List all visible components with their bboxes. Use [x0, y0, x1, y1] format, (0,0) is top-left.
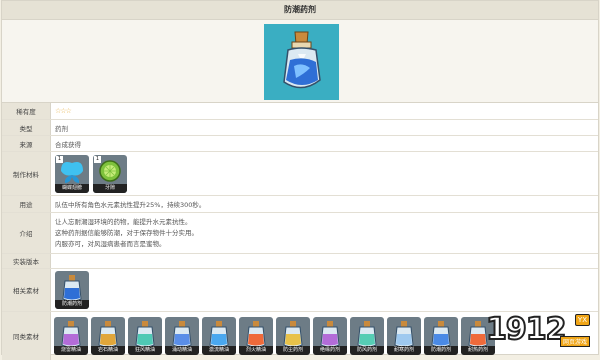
same-type-item[interactable]: 防尘药剂 [276, 317, 310, 355]
material-lime[interactable]: 1 牙隙 [93, 154, 127, 193]
same-type-item[interactable]: 耐寒药剂 [387, 317, 421, 355]
rarity-stars: ☆☆☆ [55, 107, 72, 115]
row-source: 来源 合成获得 [2, 136, 598, 152]
same-type-item[interactable]: 绝缘药剂 [313, 317, 347, 355]
site-logo: 1912 YX 网页游戏 [485, 311, 590, 348]
same-type-item-name: 烈火精油 [239, 346, 273, 355]
material-name: 蝴蝶翅膀 [55, 183, 89, 193]
source-label: 来源 [2, 136, 51, 151]
same-type-item[interactable]: 烧雷精油 [54, 317, 88, 355]
same-type-item-name: 烧雷精油 [54, 346, 88, 355]
same-type-item[interactable]: 烈火精油 [239, 317, 273, 355]
rarity-label: 稀有度 [2, 103, 51, 119]
source-value: 合成获得 [55, 140, 81, 149]
type-value: 药剂 [55, 124, 68, 133]
related-label: 相关素材 [2, 269, 51, 311]
intro-label: 介绍 [2, 213, 51, 253]
row-usage: 用途 队伍中所有角色水元素抗性提升25%，持续300秒。 [2, 196, 598, 213]
same-type-item-name: 防尘药剂 [276, 346, 310, 355]
same-type-item-name: 激流精油 [202, 346, 236, 355]
row-rarity: 稀有度 ☆☆☆ [2, 103, 598, 120]
same-type-item-name: 岩石精油 [91, 346, 125, 355]
same-type-item-name: 涌动精油 [165, 346, 199, 355]
related-item-name: 防潮药剂 [55, 300, 89, 309]
potion-image [264, 24, 339, 100]
same-type-item-name: 狂风精油 [128, 346, 162, 355]
same-type-label: 同类素材 [2, 312, 51, 360]
watermark-badge: YX [574, 314, 590, 326]
row-materials: 制作材料 1 蝴蝶翅膀 1 牙隙 [2, 152, 598, 196]
usage-label: 用途 [2, 196, 51, 212]
same-type-item[interactable]: 岩石精油 [91, 317, 125, 355]
version-label: 实装版本 [2, 254, 51, 268]
usage-value: 队伍中所有角色水元素抗性提升25%，持续300秒。 [55, 201, 206, 209]
intro-line: 内服亦可，对风湿病患者而言是蜜物。 [55, 239, 166, 248]
same-type-item-name: 绝缘药剂 [313, 346, 347, 355]
page-title: 防潮药剂 [2, 1, 598, 20]
same-type-item-name: 耐寒药剂 [387, 346, 421, 355]
same-type-item[interactable]: 激流精油 [202, 317, 236, 355]
same-type-item-name: 防潮药剂 [424, 346, 458, 355]
material-count: 1 [94, 155, 101, 163]
same-type-item[interactable]: 防潮药剂 [424, 317, 458, 355]
related-item[interactable]: 防潮药剂 [55, 271, 89, 309]
same-type-item[interactable]: 狂风精油 [128, 317, 162, 355]
material-butterfly-wing[interactable]: 1 蝴蝶翅膀 [55, 154, 89, 193]
type-label: 类型 [2, 120, 51, 135]
hero-section [2, 20, 598, 103]
row-type: 类型 药剂 [2, 120, 598, 136]
row-intro: 介绍 让人忘耐潮湿环境的药物，能提升水元素抗性。 这种药剂据信能够防潮，对于保存… [2, 213, 598, 254]
item-detail-panel: 防潮药剂 稀有度 ☆☆☆ 类型 药剂 来源 合成获得 制作材料 1 蝴蝶翅膀 1… [1, 0, 599, 360]
materials-label: 制作材料 [2, 152, 51, 195]
watermark-number: 1912 [485, 311, 567, 348]
material-name: 牙隙 [93, 183, 127, 193]
version-value [51, 254, 598, 268]
watermark-subtitle: 网页游戏 [559, 336, 590, 347]
intro-line: 让人忘耐潮湿环境的药物，能提升水元素抗性。 [55, 217, 192, 226]
material-count: 1 [56, 155, 63, 163]
row-related: 相关素材 防潮药剂 [2, 269, 598, 312]
row-version: 实装版本 [2, 254, 598, 269]
same-type-item[interactable]: 涌动精油 [165, 317, 199, 355]
same-type-item[interactable]: 防风药剂 [350, 317, 384, 355]
intro-line: 这种药剂据信能够防潮，对于保存物件十分实用。 [55, 228, 198, 237]
same-type-item-name: 防风药剂 [350, 346, 384, 355]
